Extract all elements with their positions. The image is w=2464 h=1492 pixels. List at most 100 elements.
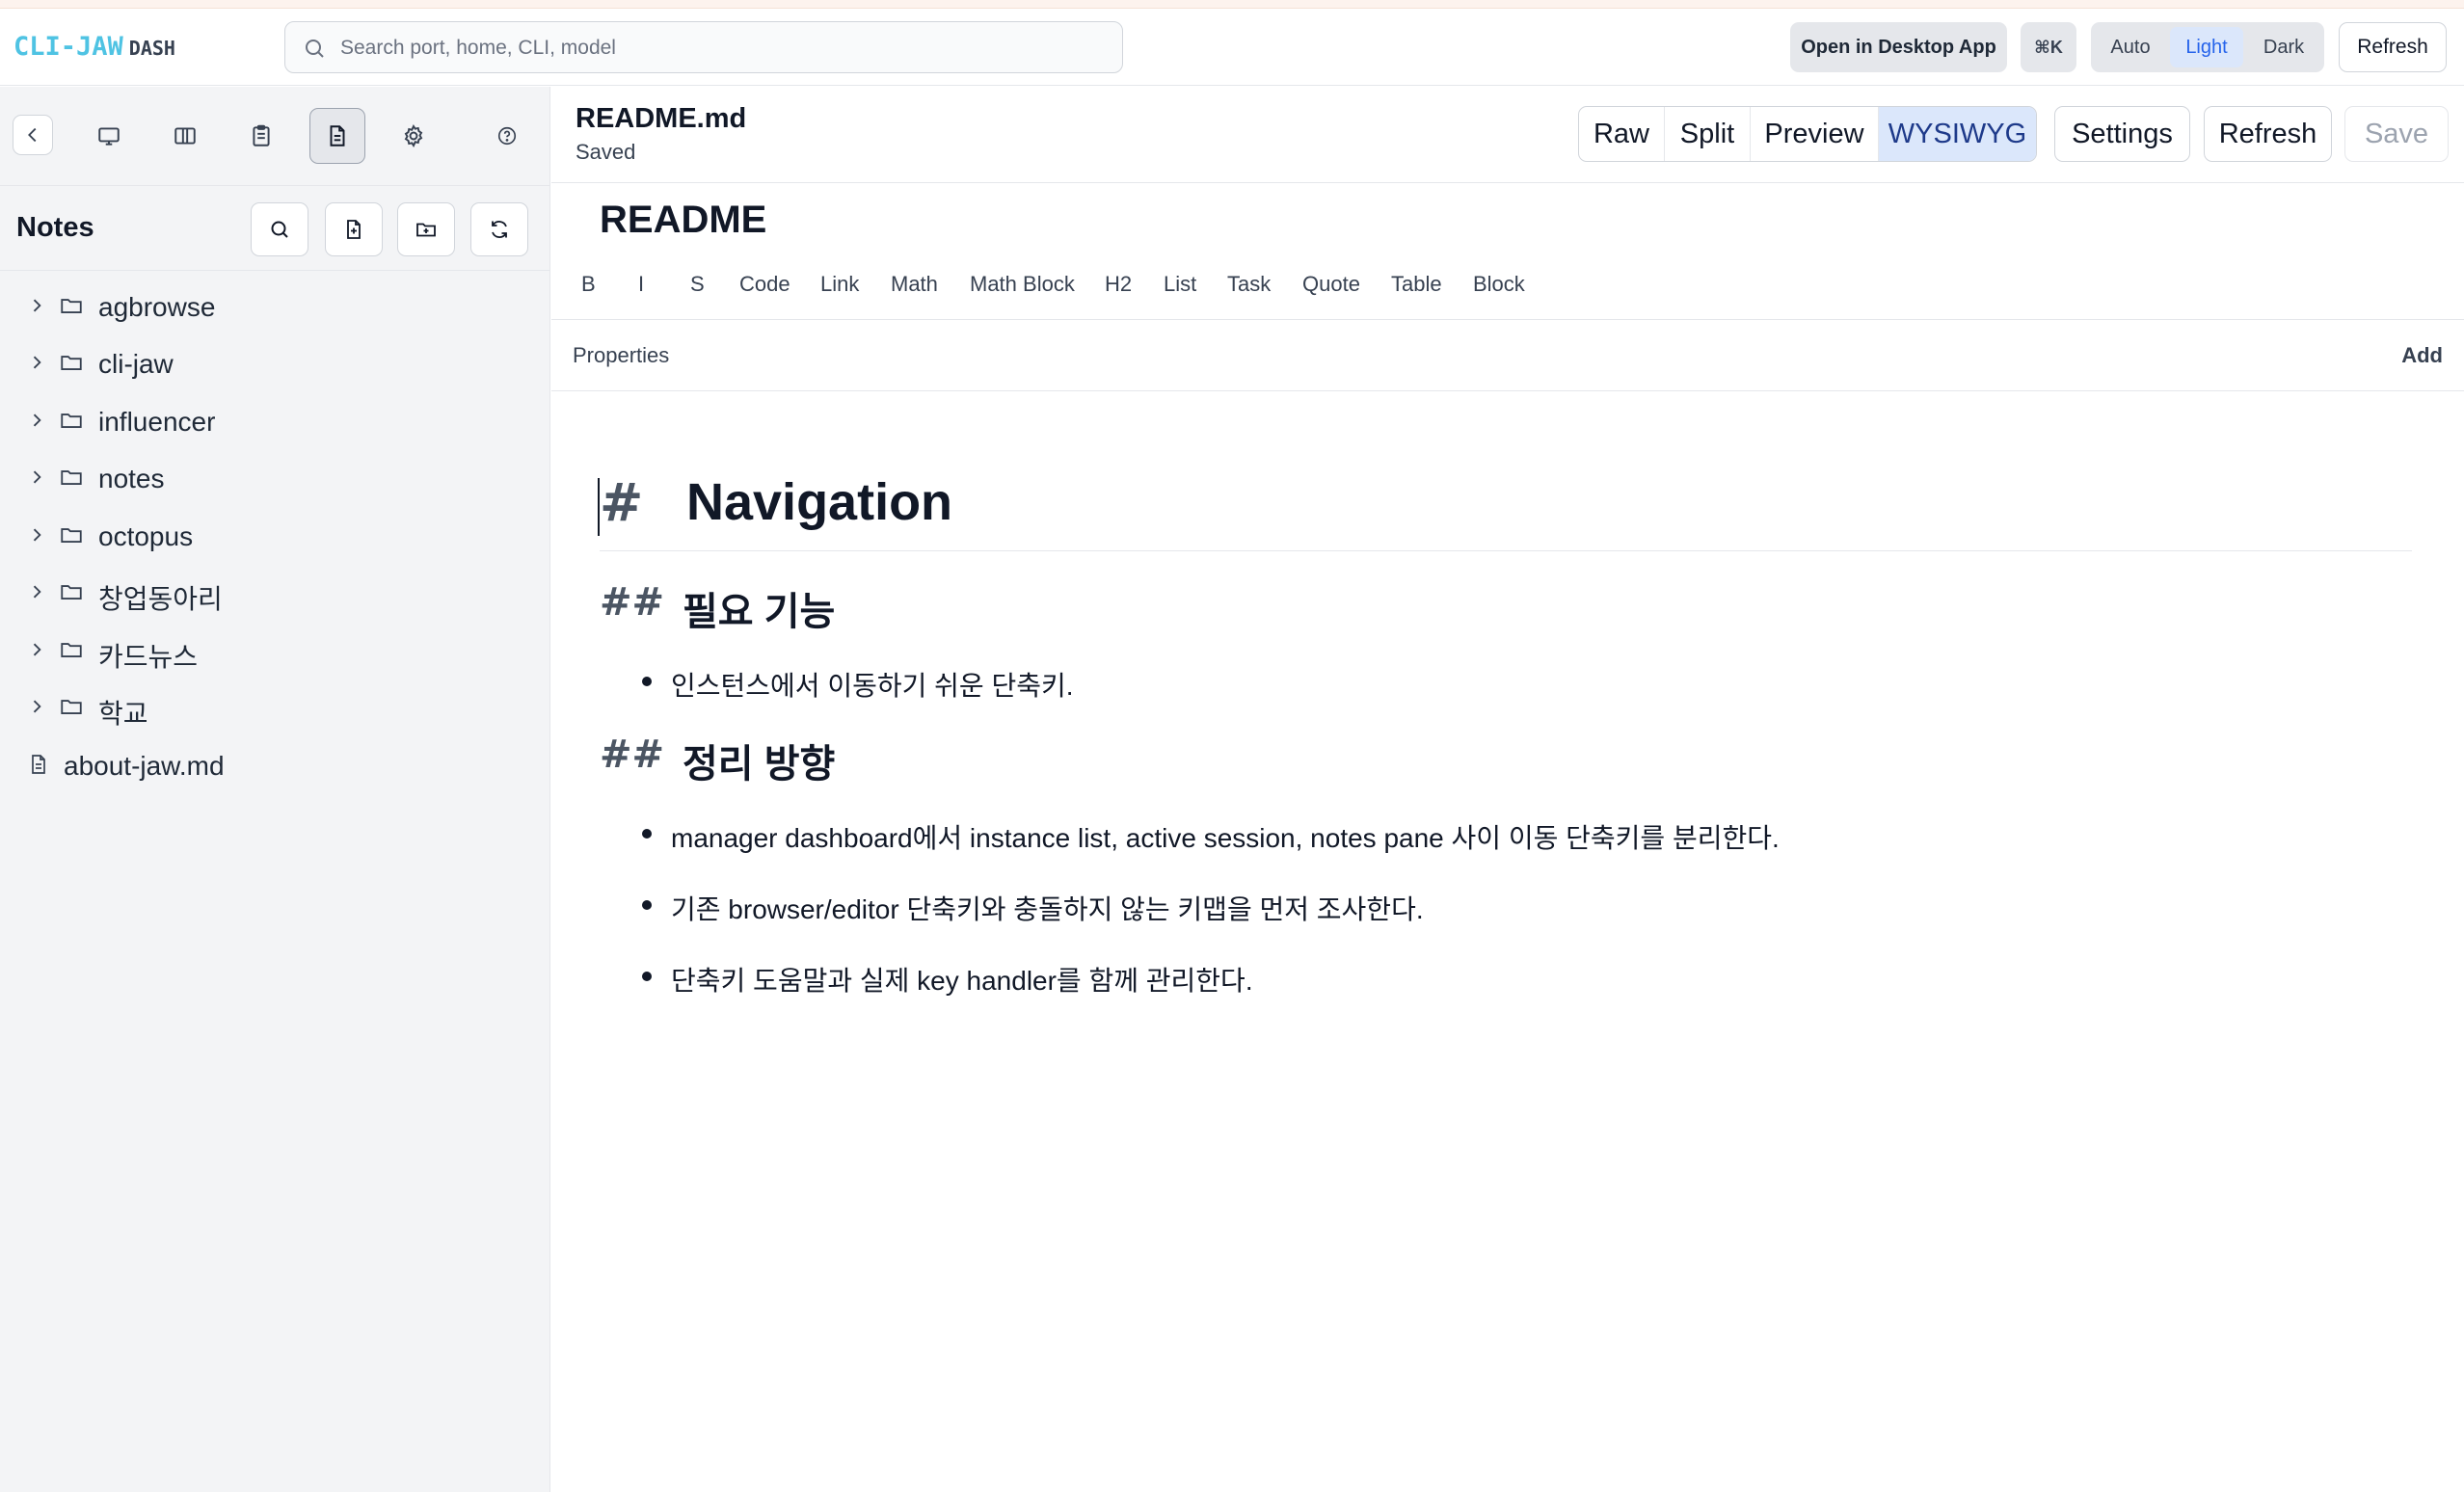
monitor-icon <box>98 127 120 146</box>
tree-item-label: influencer <box>98 407 216 437</box>
columns-icon <box>174 127 196 145</box>
format-italic-button[interactable]: I <box>638 272 644 297</box>
chevron-left-icon <box>28 127 37 143</box>
tree-folder-item[interactable]: octopus <box>0 509 550 563</box>
format-math-block-button[interactable]: Math Block <box>970 272 1075 297</box>
tree-folder-item[interactable]: 학교 <box>0 680 550 734</box>
save-status: Saved <box>576 140 636 164</box>
list-item-text: 단축키 도움말과 실제 key handler를 함께 관리한다. <box>671 966 1253 996</box>
editor-pane: README.md Saved Raw Split Preview WYSIWY… <box>551 87 2464 1492</box>
format-task-button[interactable]: Task <box>1227 272 1271 297</box>
tree-item-label: agbrowse <box>98 292 216 322</box>
new-note-button[interactable] <box>325 202 383 256</box>
settings-view-button[interactable] <box>386 108 442 164</box>
format-list-button[interactable]: List <box>1164 272 1196 297</box>
theme-toggle: Auto Light Dark <box>2091 22 2324 72</box>
chevron-right-icon <box>33 413 41 427</box>
view-mode-toggle: Raw Split Preview WYSIWYG <box>1578 106 2037 162</box>
brand-suffix: DASH <box>128 37 175 60</box>
format-link-button[interactable]: Link <box>820 272 859 297</box>
clipboard-icon <box>253 124 270 147</box>
folder-icon <box>61 585 82 599</box>
document-filename: README.md <box>576 103 747 134</box>
format-table-button[interactable]: Table <box>1391 272 1442 297</box>
chevron-right-icon <box>33 356 41 369</box>
mode-preview-tab[interactable]: Preview <box>1751 107 1879 161</box>
folder-icon <box>61 528 82 543</box>
instances-view-button[interactable] <box>81 108 137 164</box>
collapse-sidebar-button[interactable] <box>13 115 53 155</box>
chevron-right-icon <box>33 700 41 713</box>
folder-icon <box>61 700 82 714</box>
theme-auto-option[interactable]: Auto <box>2095 27 2166 67</box>
tree-item-label: 창업동아리 <box>98 584 223 614</box>
tree-item-label: about-jaw.md <box>64 751 225 781</box>
properties-bar: Properties Add <box>551 320 2464 391</box>
search-icon <box>271 221 288 238</box>
notes-title: Notes <box>16 212 94 243</box>
open-desktop-app-button[interactable]: Open in Desktop App <box>1790 22 2007 72</box>
help-button[interactable] <box>479 108 535 164</box>
add-property-button[interactable]: Add <box>2401 343 2443 368</box>
mode-wysiwyg-tab[interactable]: WYSIWYG <box>1879 107 2036 161</box>
search-input[interactable]: Search port, home, CLI, model <box>284 21 1123 73</box>
mode-split-tab[interactable]: Split <box>1665 107 1751 161</box>
folder-icon <box>61 356 82 370</box>
tree-folder-item[interactable]: agbrowse <box>0 280 550 333</box>
brand-name: CLI-JAW <box>13 32 123 62</box>
document-toolbar: README.md Saved Raw Split Preview WYSIWY… <box>551 87 2464 183</box>
gear-icon <box>404 124 423 147</box>
notes-search-button[interactable] <box>251 202 308 256</box>
command-palette-shortcut-button[interactable]: ⌘K <box>2021 22 2076 72</box>
format-block-button[interactable]: Block <box>1473 272 1525 297</box>
mode-raw-tab[interactable]: Raw <box>1579 107 1665 161</box>
heading-2-text: 정리 방향 <box>683 743 836 786</box>
document-refresh-button[interactable]: Refresh <box>2204 106 2332 162</box>
heading-1-text: Navigation <box>686 473 953 531</box>
search-icon <box>306 40 324 58</box>
bullet-dot <box>642 677 652 686</box>
chevron-right-icon <box>33 528 41 542</box>
file-text-icon <box>330 125 345 147</box>
top-accent-strip <box>0 0 2464 9</box>
notes-view-button[interactable] <box>309 108 365 164</box>
brand-logo[interactable]: CLI-JAW DASH <box>13 32 175 62</box>
refresh-notes-button[interactable] <box>470 202 528 256</box>
tasks-view-button[interactable] <box>233 108 289 164</box>
format-quote-button[interactable]: Quote <box>1302 272 1360 297</box>
tree-folder-item[interactable]: 카드뉴스 <box>0 624 550 678</box>
properties-toggle[interactable]: Properties <box>573 343 669 368</box>
tree-folder-item[interactable]: notes <box>0 451 550 505</box>
folder-icon <box>61 299 82 313</box>
header-refresh-button[interactable]: Refresh <box>2339 22 2447 72</box>
tree-item-label: octopus <box>98 521 194 551</box>
tree-folder-item[interactable]: influencer <box>0 394 550 448</box>
format-math-button[interactable]: Math <box>891 272 938 297</box>
format-code-button[interactable]: Code <box>739 272 790 297</box>
format-h2-button[interactable]: H2 <box>1105 272 1132 297</box>
bullet-dot <box>642 829 652 839</box>
folder-icon <box>61 470 82 485</box>
heading-1: # Navigation <box>598 472 2412 551</box>
tree-folder-item[interactable]: cli-jaw <box>0 336 550 390</box>
list-item-text: 인스턴스에서 이동하기 쉬운 단축키. <box>671 671 1074 701</box>
new-folder-button[interactable] <box>397 202 455 256</box>
format-strike-button[interactable]: S <box>690 272 705 297</box>
help-circle-icon <box>497 126 517 146</box>
tree-folder-item[interactable]: 창업동아리 <box>0 566 550 620</box>
format-bold-button[interactable]: B <box>581 272 596 297</box>
tree-item-label: 학교 <box>98 699 148 729</box>
split-view-button[interactable] <box>157 108 213 164</box>
tree-file-item[interactable]: about-jaw.md <box>0 738 550 792</box>
app-header: CLI-JAW DASH Search port, home, CLI, mode… <box>0 9 2464 86</box>
theme-light-option[interactable]: Light <box>2170 27 2243 67</box>
bullet-dot <box>642 900 652 910</box>
file-icon <box>32 755 45 774</box>
theme-dark-option[interactable]: Dark <box>2247 27 2320 67</box>
folder-icon <box>61 643 82 657</box>
save-button[interactable]: Save <box>2344 106 2449 162</box>
note-title[interactable]: README <box>600 199 766 242</box>
tree-item-label: 카드뉴스 <box>98 642 199 672</box>
document-settings-button[interactable]: Settings <box>2054 106 2190 162</box>
heading-2-text: 필요 기능 <box>683 591 836 633</box>
